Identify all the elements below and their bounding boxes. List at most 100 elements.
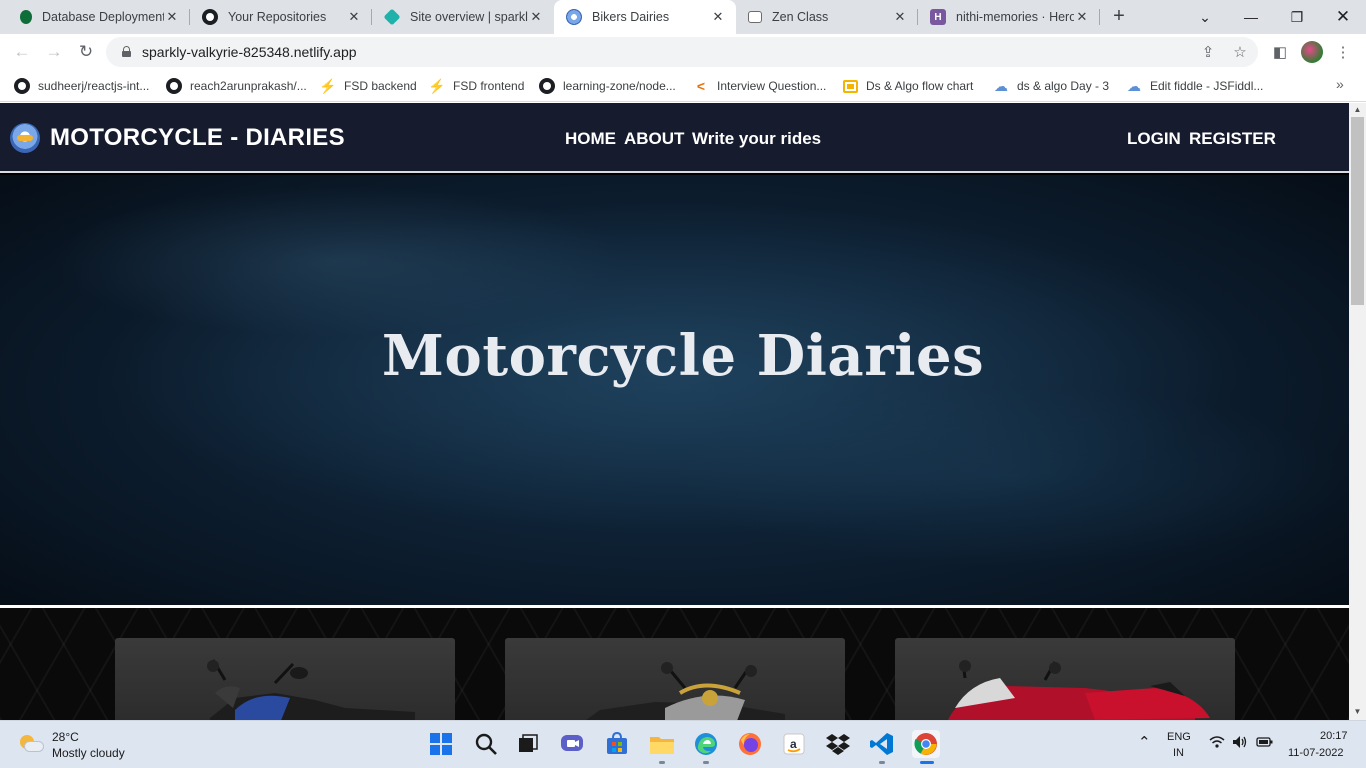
bolt-icon: ⚡ xyxy=(428,77,446,94)
bookmark-label: FSD frontend xyxy=(453,79,525,93)
minimize-button[interactable]: — xyxy=(1228,0,1274,34)
bookmark-item[interactable]: Ds & Algo flow chart xyxy=(842,76,973,96)
search-icon[interactable] xyxy=(472,730,500,758)
reload-button[interactable]: ↻ xyxy=(74,40,98,64)
chrome-icon[interactable] xyxy=(912,730,940,764)
firefox-icon[interactable] xyxy=(736,730,764,758)
dropbox-icon[interactable] xyxy=(824,730,852,758)
svg-text:a: a xyxy=(790,737,797,751)
bookmark-item[interactable]: ☁ ds & algo Day - 3 xyxy=(993,76,1109,96)
restore-button[interactable]: ❐ xyxy=(1274,0,1320,34)
bookmark-item[interactable]: learning-zone/node... xyxy=(539,76,676,96)
forward-button[interactable]: → xyxy=(42,40,66,64)
store-icon[interactable] xyxy=(603,730,631,758)
region-indicator[interactable]: IN xyxy=(1173,747,1184,759)
nav-write-rides-link[interactable]: Write your rides xyxy=(692,129,821,149)
cloud-icon: ☁ xyxy=(1127,77,1141,94)
nav-login-link[interactable]: LOGIN xyxy=(1127,129,1181,149)
new-tab-button[interactable]: + xyxy=(1108,6,1130,28)
github-icon xyxy=(202,9,218,25)
page-viewport: MOTORCYCLE - DIARIES HOME ABOUT Write yo… xyxy=(0,103,1349,720)
bike-card[interactable] xyxy=(505,638,845,720)
bookmark-star-icon[interactable]: ☆ xyxy=(1230,42,1250,62)
cloud-icon: ☁ xyxy=(994,77,1008,94)
clock-time[interactable]: 20:17 xyxy=(1320,730,1348,742)
tab-site-overview[interactable]: Site overview | sparkly ✕ xyxy=(372,0,554,34)
tab-strip: Database Deployment ✕ Your Repositories … xyxy=(0,0,1366,34)
bookmarks-bar: sudheerj/reactjs-int... reach2arunprakas… xyxy=(0,70,1366,102)
tab-title: Your Repositories xyxy=(228,10,327,24)
hero-banner: Motorcycle Diaries xyxy=(0,175,1349,605)
bookmark-item[interactable]: ⚡ FSD backend xyxy=(319,76,417,96)
task-view-icon[interactable] xyxy=(514,730,542,758)
close-icon[interactable]: ✕ xyxy=(346,9,362,25)
tab-bikers-dairies[interactable]: Bikers Dairies ✕ xyxy=(554,0,736,34)
bookmark-item[interactable]: < Interview Question... xyxy=(693,76,826,96)
nav-register-link[interactable]: REGISTER xyxy=(1189,129,1276,149)
bookmark-label: Interview Question... xyxy=(717,79,827,93)
address-bar[interactable]: sparkly-valkyrie-825348.netlify.app ⇪ ☆ xyxy=(106,37,1258,67)
tab-zen-class[interactable]: Zen Class ✕ xyxy=(736,0,918,34)
language-indicator[interactable]: ENG xyxy=(1167,731,1191,743)
volume-icon[interactable] xyxy=(1232,735,1248,752)
side-panel-icon[interactable]: ◧ xyxy=(1270,42,1290,62)
bookmark-label: Ds & Algo flow chart xyxy=(866,79,974,93)
motorcycle-image xyxy=(586,662,785,720)
slides-icon xyxy=(842,78,858,94)
netlify-icon xyxy=(383,8,401,26)
share-icon[interactable]: ⇪ xyxy=(1198,42,1218,62)
github-icon xyxy=(14,78,30,94)
profile-avatar[interactable] xyxy=(1301,41,1323,63)
bookmark-item[interactable]: ☁ Edit fiddle - JSFiddl... xyxy=(1126,76,1263,96)
file-explorer-icon[interactable] xyxy=(648,730,676,764)
tab-nithi-memories[interactable]: H nithi-memories · Hero ✕ xyxy=(918,0,1100,34)
bike-card[interactable] xyxy=(115,638,455,720)
scrollbar-thumb[interactable] xyxy=(1351,117,1364,305)
bike-cards-section xyxy=(0,608,1349,720)
back-button[interactable]: ← xyxy=(10,40,34,64)
bookmark-item[interactable]: sudheerj/reactjs-int... xyxy=(14,76,149,96)
chat-icon[interactable] xyxy=(558,730,586,758)
close-icon[interactable]: ✕ xyxy=(892,9,908,25)
weather-temp[interactable]: 28°C xyxy=(52,730,79,744)
battery-icon[interactable] xyxy=(1256,735,1274,752)
tab-your-repositories[interactable]: Your Repositories ✕ xyxy=(190,0,372,34)
site-brand[interactable]: MOTORCYCLE - DIARIES xyxy=(50,124,345,152)
bike-card[interactable] xyxy=(895,638,1235,720)
nav-about-link[interactable]: ABOUT xyxy=(624,129,684,149)
bookmark-label: FSD backend xyxy=(344,79,417,93)
close-icon[interactable]: ✕ xyxy=(710,9,726,25)
close-icon[interactable]: ✕ xyxy=(528,9,544,25)
start-icon[interactable] xyxy=(427,730,455,758)
bookmark-item[interactable]: ⚡ FSD frontend xyxy=(428,76,525,96)
windows-taskbar: 28°C Mostly cloudy a ⌃ ENG IN 20:17 11-0… xyxy=(0,720,1366,768)
clock-date[interactable]: 11-07-2022 xyxy=(1288,747,1343,759)
tab-search-chevron-icon[interactable]: ⌄ xyxy=(1182,0,1228,34)
scroll-up-icon[interactable]: ▲ xyxy=(1349,103,1366,117)
motorcycle-logo-icon[interactable] xyxy=(10,123,40,153)
close-window-button[interactable]: ✕ xyxy=(1320,0,1366,34)
more-bookmarks-icon[interactable]: » xyxy=(1336,76,1344,92)
bookmark-label: ds & algo Day - 3 xyxy=(1017,79,1110,93)
wifi-icon[interactable] xyxy=(1209,735,1225,752)
github-icon xyxy=(539,78,555,94)
weather-condition[interactable]: Mostly cloudy xyxy=(52,746,125,760)
nav-home-link[interactable]: HOME xyxy=(565,129,616,149)
bolt-icon: ⚡ xyxy=(319,77,337,94)
weather-icon[interactable] xyxy=(18,733,44,755)
menu-kebab-icon[interactable]: ⋮ xyxy=(1333,42,1353,62)
bookmark-item[interactable]: reach2arunprakash/... xyxy=(166,76,307,96)
interview-icon: < xyxy=(696,78,706,94)
url-text[interactable]: sparkly-valkyrie-825348.netlify.app xyxy=(142,44,357,60)
edge-icon[interactable] xyxy=(692,730,720,764)
hero-title: Motorcycle Diaries xyxy=(381,323,985,389)
zen-class-icon xyxy=(748,11,762,23)
close-icon[interactable]: ✕ xyxy=(164,9,180,25)
tab-database-deployment[interactable]: Database Deployment ✕ xyxy=(8,0,190,34)
amazon-icon[interactable]: a xyxy=(780,730,808,758)
vscode-icon[interactable] xyxy=(868,730,896,764)
lock-icon[interactable] xyxy=(122,46,131,57)
tray-chevron-up-icon[interactable]: ⌃ xyxy=(1138,733,1151,751)
scroll-down-icon[interactable]: ▼ xyxy=(1349,705,1366,719)
close-icon[interactable]: ✕ xyxy=(1074,9,1090,25)
